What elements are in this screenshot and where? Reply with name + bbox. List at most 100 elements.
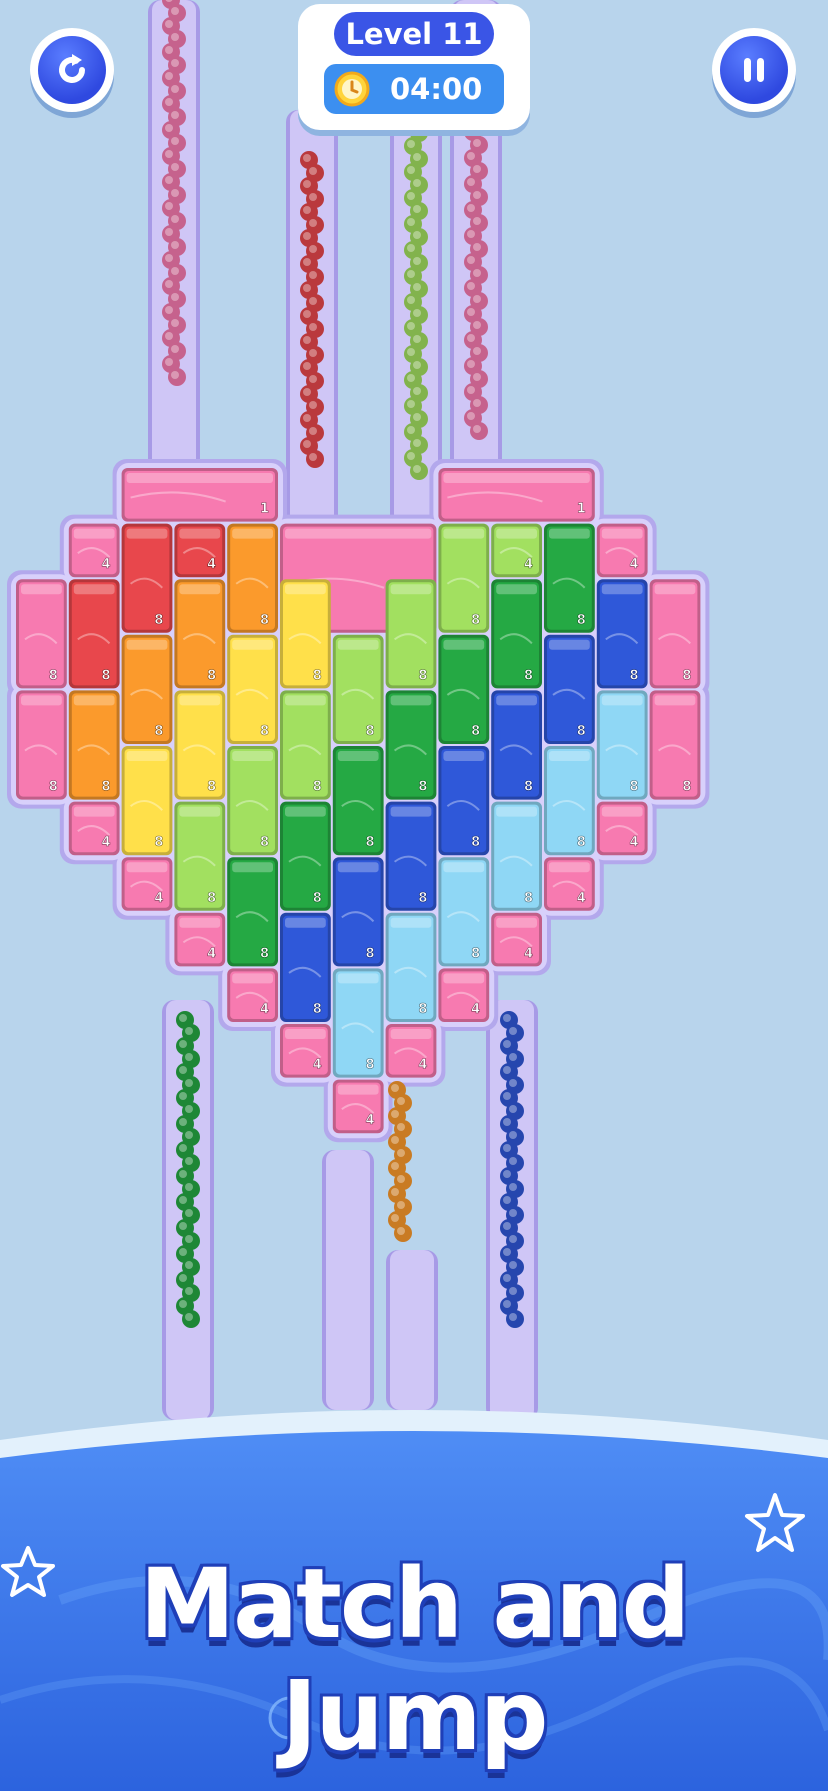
restart-button[interactable] [30,28,114,112]
block-capacity-label: 8 [524,780,533,795]
block-cyan[interactable]: 8 [332,968,384,1078]
timer-text: 04:00 [390,72,483,106]
block-pink[interactable]: 8 [649,579,701,689]
level-label: Level 11 [334,12,494,56]
block-pink[interactable]: 4 [68,523,120,578]
block-pink[interactable]: 4 [332,1079,384,1134]
block-lime[interactable]: 8 [227,746,278,856]
block-pink[interactable]: 4 [596,801,648,856]
block-pink[interactable]: 8 [649,690,701,800]
block-pink[interactable]: 4 [491,912,542,967]
block-cyan[interactable]: 8 [596,690,648,800]
block-pink[interactable]: 4 [280,1024,331,1078]
block-capacity-label: 8 [207,668,216,683]
block-capacity-label: 8 [207,891,216,906]
block-capacity-label: 4 [260,1002,269,1017]
block-capacity-label: 8 [418,668,427,683]
pause-icon [744,58,764,82]
block-capacity-label: 8 [682,668,691,683]
block-capacity-label: 8 [471,835,480,850]
block-red[interactable]: 8 [121,523,173,633]
block-capacity-label: 4 [207,946,216,961]
block-cyan[interactable]: 8 [385,912,437,1022]
block-capacity-label: 8 [471,613,480,628]
block-orange[interactable]: 8 [227,523,278,633]
block-green[interactable]: 8 [438,634,490,744]
block-blue[interactable]: 8 [596,579,648,689]
block-pink[interactable]: 4 [227,968,278,1022]
block-cyan[interactable]: 8 [544,746,595,856]
pause-button[interactable] [712,28,796,112]
block-green[interactable]: 8 [227,857,278,967]
block-lime[interactable]: 8 [332,634,384,744]
block-lime[interactable]: 8 [174,801,226,911]
block-yellow[interactable]: 8 [227,634,278,744]
block-pink[interactable]: 8 [16,579,67,689]
block-lime[interactable]: 8 [385,579,437,689]
block-pink[interactable]: 4 [68,801,120,856]
block-pink[interactable]: 4 [385,1024,437,1078]
block-yellow[interactable]: 8 [174,690,226,800]
block-yellow[interactable]: 8 [121,746,173,856]
block-capacity-label: 8 [418,891,427,906]
restart-icon [59,54,85,83]
block-green[interactable]: 8 [544,523,595,633]
block-pink[interactable]: 4 [596,523,648,578]
block-capacity-label: 8 [577,724,586,739]
block-yellow[interactable]: 8 [280,579,331,689]
block-cyan[interactable]: 8 [491,801,542,911]
block-blue[interactable]: 8 [332,857,384,967]
block-capacity-label: 8 [102,780,111,795]
block-pink[interactable]: 1 [121,468,278,522]
block-orange[interactable]: 8 [174,579,226,689]
block-capacity-label: 8 [682,780,691,795]
block-capacity-label: 8 [366,946,375,961]
block-capacity-label: 8 [366,1058,375,1073]
block-capacity-label: 4 [418,1058,427,1073]
block-green[interactable]: 8 [332,746,384,856]
game-screen: 1148481684848888888888888888888888888844… [0,0,828,1791]
block-lime[interactable]: 8 [280,690,331,800]
block-capacity-label: 4 [524,946,533,961]
block-capacity-label: 8 [524,668,533,683]
block-capacity-label: 1 [577,502,586,517]
block-capacity-label: 8 [260,724,269,739]
block-capacity-label: 8 [260,613,269,628]
block-capacity-label: 8 [366,835,375,850]
block-capacity-label: 8 [102,668,111,683]
block-capacity-label: 8 [49,780,58,795]
block-red[interactable]: 4 [174,523,226,578]
block-capacity-label: 8 [630,668,639,683]
block-pink[interactable]: 4 [121,857,173,911]
block-blue[interactable]: 8 [385,801,437,911]
block-blue[interactable]: 8 [280,912,331,1022]
block-lime[interactable]: 4 [491,523,542,578]
block-capacity-label: 8 [366,724,375,739]
block-cyan[interactable]: 8 [438,857,490,967]
block-lime[interactable]: 8 [438,523,490,633]
block-blue[interactable]: 8 [544,634,595,744]
block-pink[interactable]: 8 [16,690,67,800]
level-panel: Level 11 04:00 [298,4,530,130]
block-capacity-label: 8 [154,724,163,739]
block-pink[interactable]: 4 [544,857,595,911]
block-green[interactable]: 8 [491,579,542,689]
block-capacity-label: 8 [577,835,586,850]
block-capacity-label: 4 [471,1002,480,1017]
block-pink[interactable]: 4 [438,968,490,1022]
block-capacity-label: 8 [313,891,322,906]
block-green[interactable]: 8 [280,801,331,911]
block-pink[interactable]: 1 [438,468,595,522]
block-orange[interactable]: 8 [68,690,120,800]
block-blue[interactable]: 8 [438,746,490,856]
block-orange[interactable]: 8 [121,634,173,744]
block-pink[interactable]: 4 [174,912,226,967]
block-capacity-label: 4 [313,1058,322,1073]
block-red[interactable]: 8 [68,579,120,689]
block-blue[interactable]: 8 [491,690,542,800]
block-green[interactable]: 8 [385,690,437,800]
block-capacity-label: 4 [154,891,163,906]
clock-icon [334,71,370,107]
game-title: Match and Jump [139,1548,691,1772]
block-capacity-label: 1 [260,502,269,517]
